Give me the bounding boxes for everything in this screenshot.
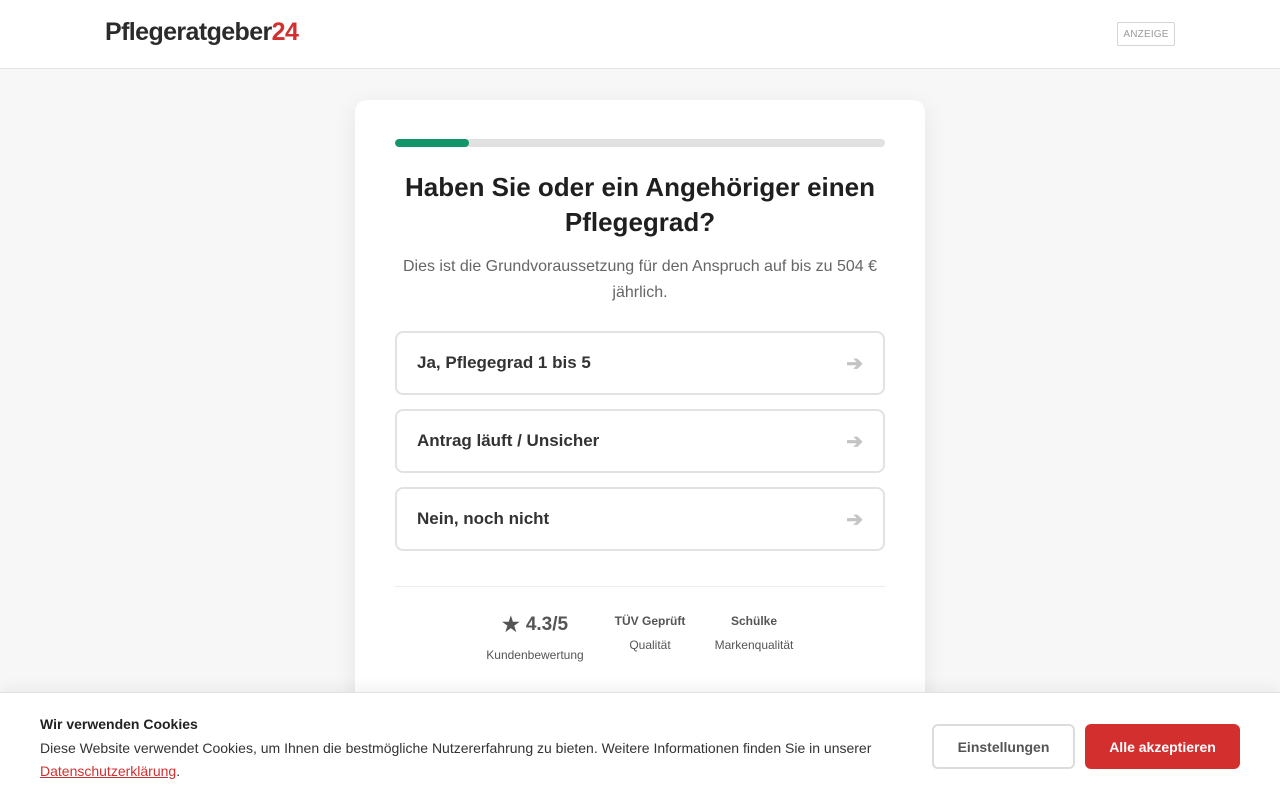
tuv-label: Qualität xyxy=(629,638,671,652)
arrow-right-icon: ➔ xyxy=(846,508,863,531)
rating-label: Kundenbewertung xyxy=(486,648,584,662)
progress-fill xyxy=(395,139,469,147)
star-icon: ★ xyxy=(501,614,520,636)
option-label: Ja, Pflegegrad 1 bis 5 xyxy=(417,353,591,372)
logo-accent: 24 xyxy=(271,18,299,46)
rating-value: 4.3/5 xyxy=(525,614,569,635)
divider xyxy=(395,586,885,587)
cookie-text-end: . xyxy=(176,763,181,779)
question-title: Haben Sie oder ein Angehöriger einen Pfl… xyxy=(404,172,876,237)
progress-bar xyxy=(395,139,885,147)
trust-schuelke: Schülke Markenqualität xyxy=(704,614,804,652)
logo-text: Pflegeratgeber xyxy=(105,18,272,46)
site-logo[interactable]: Pflegeratgeber24 xyxy=(105,18,299,47)
cookie-text: Diese Website verwendet Cookies, um Ihne… xyxy=(40,737,900,783)
cookie-settings-button[interactable]: Einstellungen xyxy=(932,724,1075,769)
tuv-title: TÜV Geprüft xyxy=(614,614,686,628)
trust-tuv: TÜV Geprüft Qualität xyxy=(600,614,700,652)
ad-badge: ANZEIGE xyxy=(1117,22,1175,46)
privacy-policy-link[interactable]: Datenschutzerklärung xyxy=(40,763,176,779)
cookie-description: Diese Website verwendet Cookies, um Ihne… xyxy=(40,740,872,756)
option-nein-noch-nicht[interactable]: Nein, noch nicht ➔ xyxy=(395,487,885,551)
arrow-right-icon: ➔ xyxy=(846,430,863,453)
cookie-banner: Wir verwenden Cookies Diese Website verw… xyxy=(0,692,1280,800)
option-antrag-unsicher[interactable]: Antrag läuft / Unsicher ➔ xyxy=(395,409,885,473)
option-label: Antrag läuft / Unsicher xyxy=(417,431,600,450)
arrow-right-icon: ➔ xyxy=(846,352,863,375)
accept-all-cookies-button[interactable]: Alle akzeptieren xyxy=(1085,724,1240,769)
cookie-title: Wir verwenden Cookies xyxy=(40,716,198,732)
trust-rating: ★ 4.3/5 Kundenbewertung xyxy=(475,612,595,662)
quiz-card: Haben Sie oder ein Angehöriger einen Pfl… xyxy=(355,100,925,740)
top-bar: Pflegeratgeber24 ANZEIGE xyxy=(0,0,1280,69)
schuelke-label: Markenqualität xyxy=(714,638,794,652)
schuelke-title: Schülke xyxy=(730,614,778,628)
question-subtitle: Dies ist die Grundvoraussetzung für den … xyxy=(402,258,878,301)
option-label: Nein, noch nicht xyxy=(417,509,550,528)
option-yes-pflegegrad[interactable]: Ja, Pflegegrad 1 bis 5 ➔ xyxy=(395,331,885,395)
